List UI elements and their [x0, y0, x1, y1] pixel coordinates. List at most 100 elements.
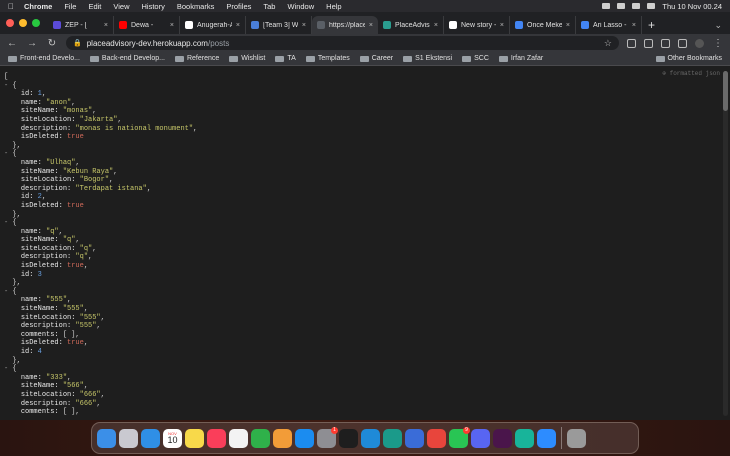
tab-close-icon[interactable]: ×: [104, 22, 108, 29]
bookmark-folder[interactable]: Career: [359, 55, 393, 62]
json-value: "Terdapat istana": [75, 184, 147, 193]
pages-icon[interactable]: [273, 428, 292, 448]
menu-file[interactable]: File: [64, 2, 76, 11]
browser-tab[interactable]: New story - ×: [444, 16, 510, 34]
tab-close-icon[interactable]: ×: [170, 22, 174, 29]
scrollbar-thumb[interactable]: [723, 71, 728, 111]
bookmark-folder[interactable]: Wishlist: [229, 55, 265, 62]
forward-button[interactable]: →: [26, 38, 38, 49]
browser-tab[interactable]: [Team 3] W ×: [246, 16, 312, 34]
browser-tab[interactable]: Anugerah-A ×: [180, 16, 246, 34]
apple-icon[interactable]: : [8, 2, 14, 11]
app-store-icon[interactable]: [295, 428, 314, 448]
json-line: isDeleted: true,: [4, 262, 197, 271]
bookmark-folder[interactable]: Back-end Develop...: [89, 55, 165, 62]
vscode-icon[interactable]: [361, 428, 380, 448]
scrollbar-track[interactable]: [723, 71, 728, 416]
tab-close-icon[interactable]: ×: [302, 22, 306, 29]
proxyman-icon[interactable]: [405, 428, 424, 448]
browser-tab[interactable]: Once Mekel ×: [510, 16, 576, 34]
new-tab-button[interactable]: +: [642, 16, 661, 34]
control-center-icon[interactable]: [647, 3, 656, 9]
discord-icon[interactable]: [471, 428, 490, 448]
more-menu-icon[interactable]: ⋮: [712, 38, 724, 49]
browser-tab[interactable]: Ari Lasso - ×: [576, 16, 642, 34]
tab-close-icon[interactable]: ×: [566, 22, 570, 29]
safari-icon[interactable]: [141, 428, 160, 448]
json-line: description: "Terdapat istana",: [4, 185, 197, 194]
tab-close-icon[interactable]: ×: [369, 22, 373, 29]
bookmark-folder[interactable]: Reference: [174, 55, 219, 62]
figma-icon[interactable]: [339, 428, 358, 448]
tab-close-icon[interactable]: ×: [632, 22, 636, 29]
teal-app-icon[interactable]: [515, 428, 534, 448]
mute-tab-icon[interactable]: [627, 38, 636, 48]
bookmark-folder[interactable]: S1 Ekstensi: [403, 55, 452, 62]
browser-tab[interactable]: ZEP - [×: [48, 16, 114, 34]
extensions-puzzle-icon[interactable]: [661, 38, 670, 48]
json-value: "q": [62, 236, 76, 245]
close-window-button[interactable]: [6, 19, 14, 27]
menu-window[interactable]: Window: [287, 2, 314, 11]
browser-tab[interactable]: https://place ×: [312, 16, 378, 34]
slack-icon[interactable]: [493, 428, 512, 448]
trash-icon[interactable]: [567, 428, 586, 448]
browser-tab[interactable]: Dewa - ×: [114, 16, 180, 34]
tab-close-icon[interactable]: ×: [434, 22, 438, 29]
json-value: ,: [83, 339, 89, 348]
tab-close-icon[interactable]: ×: [500, 22, 504, 29]
tab-label: Once Mekel: [527, 21, 562, 29]
menu-profiles[interactable]: Profiles: [226, 2, 251, 11]
menu-view[interactable]: View: [113, 2, 129, 11]
json-line: name: "555",: [4, 296, 197, 305]
wifi-icon[interactable]: [617, 3, 626, 9]
notes-icon[interactable]: [185, 428, 204, 448]
menu-app-chrome[interactable]: Chrome: [24, 2, 52, 11]
browser-tab[interactable]: PlaceAdviso ×: [378, 16, 444, 34]
vscode-insiders-icon[interactable]: [383, 428, 402, 448]
finder-icon[interactable]: [97, 428, 116, 448]
system-settings-icon[interactable]: 1: [317, 426, 338, 448]
minimize-window-button[interactable]: [19, 19, 27, 27]
side-panel-icon[interactable]: [678, 38, 687, 48]
menu-clock[interactable]: Thu 10 Nov 00.24: [662, 2, 722, 11]
json-formatter-badge[interactable]: ⊕ formatted json: [662, 70, 720, 77]
reload-button[interactable]: ↻: [46, 38, 58, 49]
zoom-icon[interactable]: [537, 428, 556, 448]
profile-avatar[interactable]: [695, 38, 704, 48]
extension-icon[interactable]: [644, 38, 653, 48]
back-button[interactable]: ←: [6, 38, 18, 49]
menu-bookmarks[interactable]: Bookmarks: [177, 2, 215, 11]
menu-tab[interactable]: Tab: [263, 2, 275, 11]
tab-close-icon[interactable]: ×: [236, 22, 240, 29]
lock-icon[interactable]: 🔒: [73, 39, 82, 47]
search-icon[interactable]: [632, 3, 641, 9]
menu-history[interactable]: History: [142, 2, 165, 11]
json-key: isDeleted:: [20, 339, 68, 348]
bookmark-folder[interactable]: SCC: [462, 55, 489, 62]
whatsapp-icon[interactable]: 9: [449, 426, 470, 448]
numbers-icon[interactable]: [251, 428, 270, 448]
tab-search-icon[interactable]: ⌄: [714, 16, 730, 34]
battery-icon[interactable]: [602, 3, 611, 9]
notification-badge: 9: [463, 426, 470, 434]
bookmark-folder[interactable]: TA: [275, 55, 296, 62]
address-bar[interactable]: 🔒 placeadvisory-dev.herokuapp.com/posts …: [66, 36, 619, 50]
bookmark-star-icon[interactable]: ☆: [604, 38, 612, 49]
bookmark-folder[interactable]: Templates: [305, 55, 350, 62]
other-bookmarks[interactable]: Other Bookmarks: [655, 55, 722, 62]
chrome-icon[interactable]: [427, 428, 446, 448]
bookmark-folder[interactable]: Front-end Develo...: [8, 55, 80, 62]
fullscreen-window-button[interactable]: [32, 19, 40, 27]
json-value: "666": [75, 399, 97, 408]
music-icon[interactable]: [207, 428, 226, 448]
calendar-icon[interactable]: NOV 10: [163, 428, 182, 448]
menu-edit[interactable]: Edit: [88, 2, 101, 11]
launchpad-icon[interactable]: [119, 428, 138, 448]
photos-icon[interactable]: [229, 428, 248, 448]
menu-help[interactable]: Help: [326, 2, 341, 11]
bookmark-link[interactable]: Irfan Zafar: [498, 55, 543, 62]
